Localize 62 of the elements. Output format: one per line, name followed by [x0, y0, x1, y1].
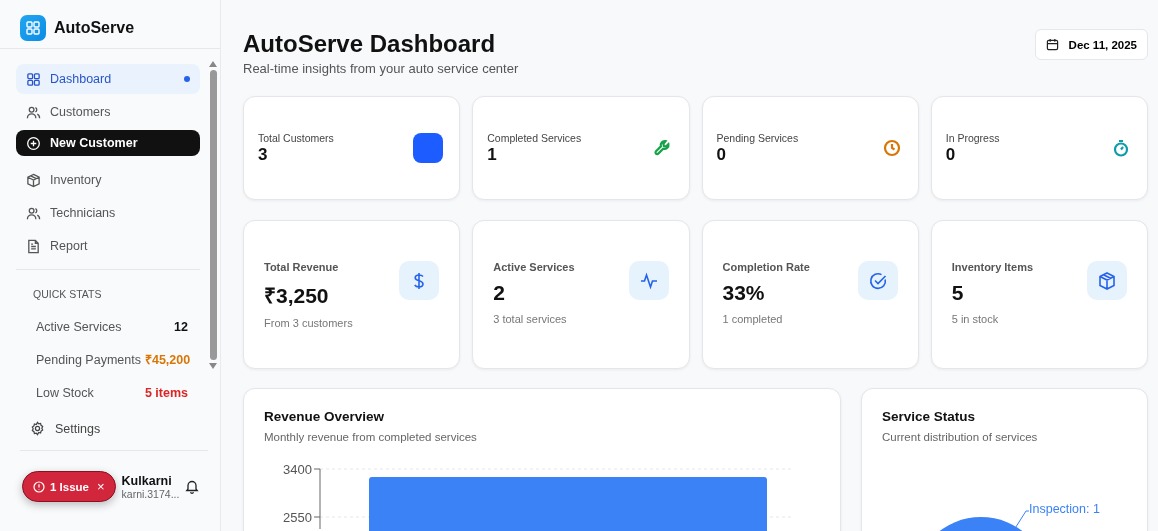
date-button[interactable]: Dec 11, 2025 [1034, 29, 1148, 60]
pie-label: Inspection: 1 [1029, 502, 1100, 516]
nav-item[interactable]: Dashboard [16, 64, 200, 94]
pulse-icon [628, 261, 669, 300]
card-value: 5 [951, 281, 965, 305]
logo-icon [20, 14, 46, 41]
card-value: 3 [258, 144, 269, 165]
card-note: 1 completed [722, 313, 784, 325]
issue-badge[interactable]: 1 Issue × [22, 471, 116, 502]
card-value: 0 [945, 144, 957, 165]
card-note: 3 total services [493, 313, 568, 325]
grid-icon [26, 71, 41, 87]
section-title: QUICK STATS [32, 288, 103, 300]
card-label: Inventory Items [951, 261, 1034, 273]
card-label: Total Customers [258, 131, 334, 144]
stat-label: Active Services [36, 319, 122, 334]
users-icon [26, 205, 41, 221]
user-name: Kulkarni [121, 473, 173, 488]
axis-label: 2550 [283, 510, 312, 525]
card-label: Active Services [493, 261, 575, 273]
card-title: Revenue Overview [264, 409, 386, 424]
page-subtitle: Real-time insights from your auto service center [243, 61, 519, 76]
cube-icon [1087, 261, 1127, 300]
brand-name: AutoServe [54, 18, 135, 37]
dollar-icon [399, 261, 440, 300]
card-label: Completion Rate [722, 261, 810, 273]
card-value: 2 [493, 281, 506, 305]
stat-value: 5 items [144, 385, 188, 400]
card-note: From 3 customers [264, 317, 353, 329]
y-axis [313, 468, 321, 530]
nav-item[interactable]: New Customer [16, 130, 200, 156]
card-value: 0 [716, 144, 727, 165]
bell-icon[interactable] [185, 479, 200, 494]
settings-link[interactable]: Settings [0, 403, 220, 436]
card-label: Completed Services [487, 131, 582, 144]
cube-icon [26, 172, 41, 188]
card-value: 1 [487, 144, 498, 165]
card-note: 5 in stock [951, 313, 1000, 325]
calendar-icon [1045, 38, 1059, 51]
stat-label: Pending Payments [36, 352, 141, 367]
card-value: ₹3,250 [264, 283, 330, 309]
stat-value: 12 [174, 319, 188, 334]
card-label: Pending Services [716, 131, 799, 144]
user-email: karni.3174... [121, 487, 180, 500]
nav-item[interactable]: Report [16, 231, 200, 261]
axis-label: 3400 [283, 462, 312, 477]
stat-label: Low Stock [36, 385, 94, 400]
card-label: Total Revenue [264, 261, 340, 273]
nav-item[interactable]: Customers [16, 97, 200, 127]
users-icon [26, 104, 41, 120]
nav-item[interactable]: Technicians [16, 198, 200, 228]
nav-item[interactable]: Inventory [16, 165, 200, 195]
document-icon [26, 238, 41, 254]
card-subtitle: Current distribution of services [882, 431, 1039, 443]
card-label: In Progress [945, 131, 1000, 144]
stat-value: ₹45,200 [144, 352, 191, 368]
card-value: 33% [722, 281, 766, 305]
page-title: AutoServe Dashboard [243, 30, 497, 58]
card-subtitle: Monthly revenue from completed services [264, 431, 478, 443]
plus-circle-icon [26, 135, 41, 151]
card-title: Service Status [882, 409, 977, 424]
settings-icon [30, 421, 45, 436]
